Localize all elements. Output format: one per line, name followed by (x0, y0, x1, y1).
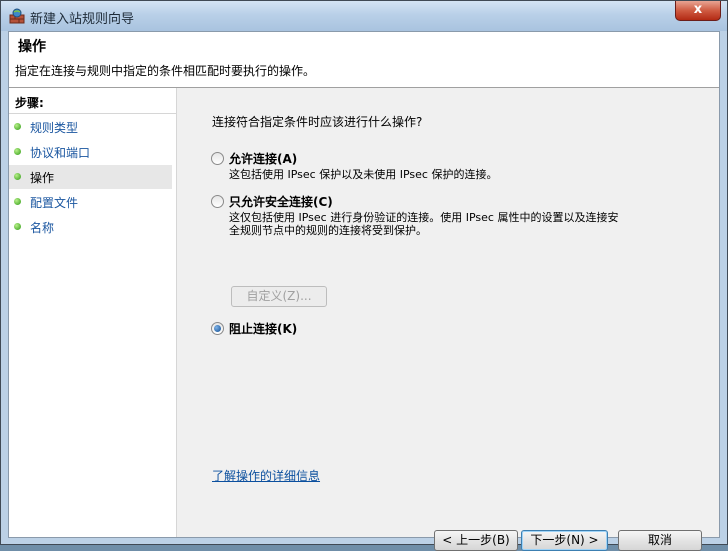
wizard-header: 操作 指定在连接与规则中指定的条件相匹配时要执行的操作。 (9, 32, 719, 88)
title-bar[interactable]: 新建入站规则向导 x (1, 1, 727, 31)
sidebar-item-protocol-ports[interactable]: 协议和端口 (9, 140, 172, 164)
learn-more-link[interactable]: 了解操作的详细信息 (212, 467, 320, 484)
sidebar-item-label: 规则类型 (30, 121, 79, 135)
sidebar-item-name[interactable]: 名称 (9, 215, 172, 239)
close-icon: x (693, 2, 703, 17)
allow-secure-connection-label[interactable]: 只允许安全连接(C) (229, 193, 333, 210)
step-status-icon (14, 173, 21, 180)
cancel-button[interactable]: 取消 (618, 530, 702, 551)
action-question: 连接符合指定条件时应该进行什么操作? (212, 115, 423, 129)
page-title: 操作 (18, 39, 46, 55)
sidebar-item-label: 操作 (30, 171, 55, 185)
step-status-icon (14, 198, 21, 205)
steps-heading: 步骤: (15, 96, 44, 110)
next-button[interactable]: 下一步(N) > (521, 530, 608, 551)
sidebar-item-label: 名称 (30, 221, 55, 235)
allow-connection-label[interactable]: 允许连接(A) (229, 150, 297, 167)
sidebar-item-label: 协议和端口 (30, 146, 91, 160)
sidebar-item-profile[interactable]: 配置文件 (9, 190, 172, 214)
sidebar-item-action[interactable]: 操作 (9, 165, 172, 189)
block-connection-radio[interactable] (211, 322, 224, 335)
page-description: 指定在连接与规则中指定的条件相匹配时要执行的操作。 (15, 64, 316, 78)
sidebar-item-rule-type[interactable]: 规则类型 (9, 115, 172, 139)
allow-secure-connection-description-line2: 全规则节点中的规则的连接将受到保护。 (229, 224, 427, 237)
step-status-icon (14, 223, 21, 230)
allow-connection-radio[interactable] (211, 152, 224, 165)
wizard-main-panel: 连接符合指定条件时应该进行什么操作? 允许连接(A) 这包括使用 IPsec 保… (177, 88, 719, 551)
wizard-window: 新建入站规则向导 x 操作 指定在连接与规则中指定的条件相匹配时要执行的操作。 … (0, 0, 728, 551)
steps-divider (9, 113, 176, 114)
window-title: 新建入站规则向导 (30, 12, 135, 27)
sidebar-item-label: 配置文件 (30, 196, 79, 210)
back-button[interactable]: < 上一步(B) (434, 530, 518, 551)
allow-connection-description: 这包括使用 IPsec 保护以及未使用 IPsec 保护的连接。 (229, 168, 498, 181)
close-button[interactable]: x (675, 1, 721, 21)
customize-button[interactable]: 自定义(Z)... (231, 286, 327, 307)
firewall-icon (9, 8, 25, 24)
step-status-icon (14, 148, 21, 155)
allow-secure-connection-description-line1: 这仅包括使用 IPsec 进行身份验证的连接。使用 IPsec 属性中的设置以及… (229, 211, 619, 224)
block-connection-label[interactable]: 阻止连接(K) (229, 320, 297, 337)
steps-sidebar: 步骤: 规则类型 协议和端口 操作 配置文件 名称 (9, 88, 177, 537)
allow-secure-connection-radio[interactable] (211, 195, 224, 208)
wizard-client-area: 操作 指定在连接与规则中指定的条件相匹配时要执行的操作。 步骤: 规则类型 协议… (8, 31, 720, 551)
step-status-icon (14, 123, 21, 130)
